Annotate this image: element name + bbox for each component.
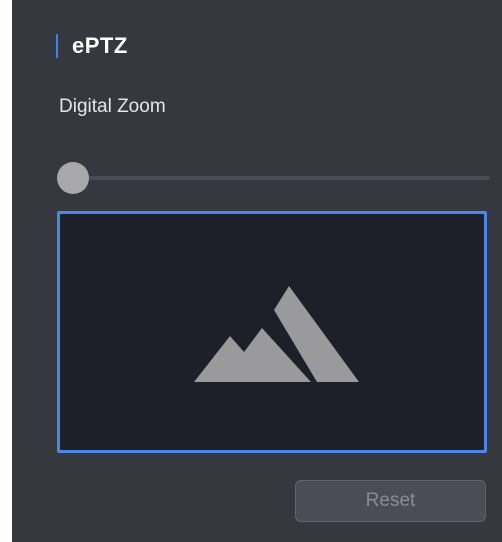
mountain-icon [194, 286, 359, 382]
zoom-preview-frame[interactable] [57, 211, 487, 453]
digital-zoom-label: Digital Zoom [59, 96, 166, 117]
slider-thumb[interactable] [57, 162, 89, 194]
panel-title: ePTZ [72, 33, 128, 58]
panel-header: ePTZ [56, 30, 128, 62]
header-accent-bar [56, 34, 58, 58]
eptz-panel: ePTZ Digital Zoom Reset [12, 0, 502, 542]
slider-track[interactable] [57, 176, 490, 180]
digital-zoom-slider[interactable] [57, 162, 490, 194]
reset-button[interactable]: Reset [295, 480, 486, 522]
